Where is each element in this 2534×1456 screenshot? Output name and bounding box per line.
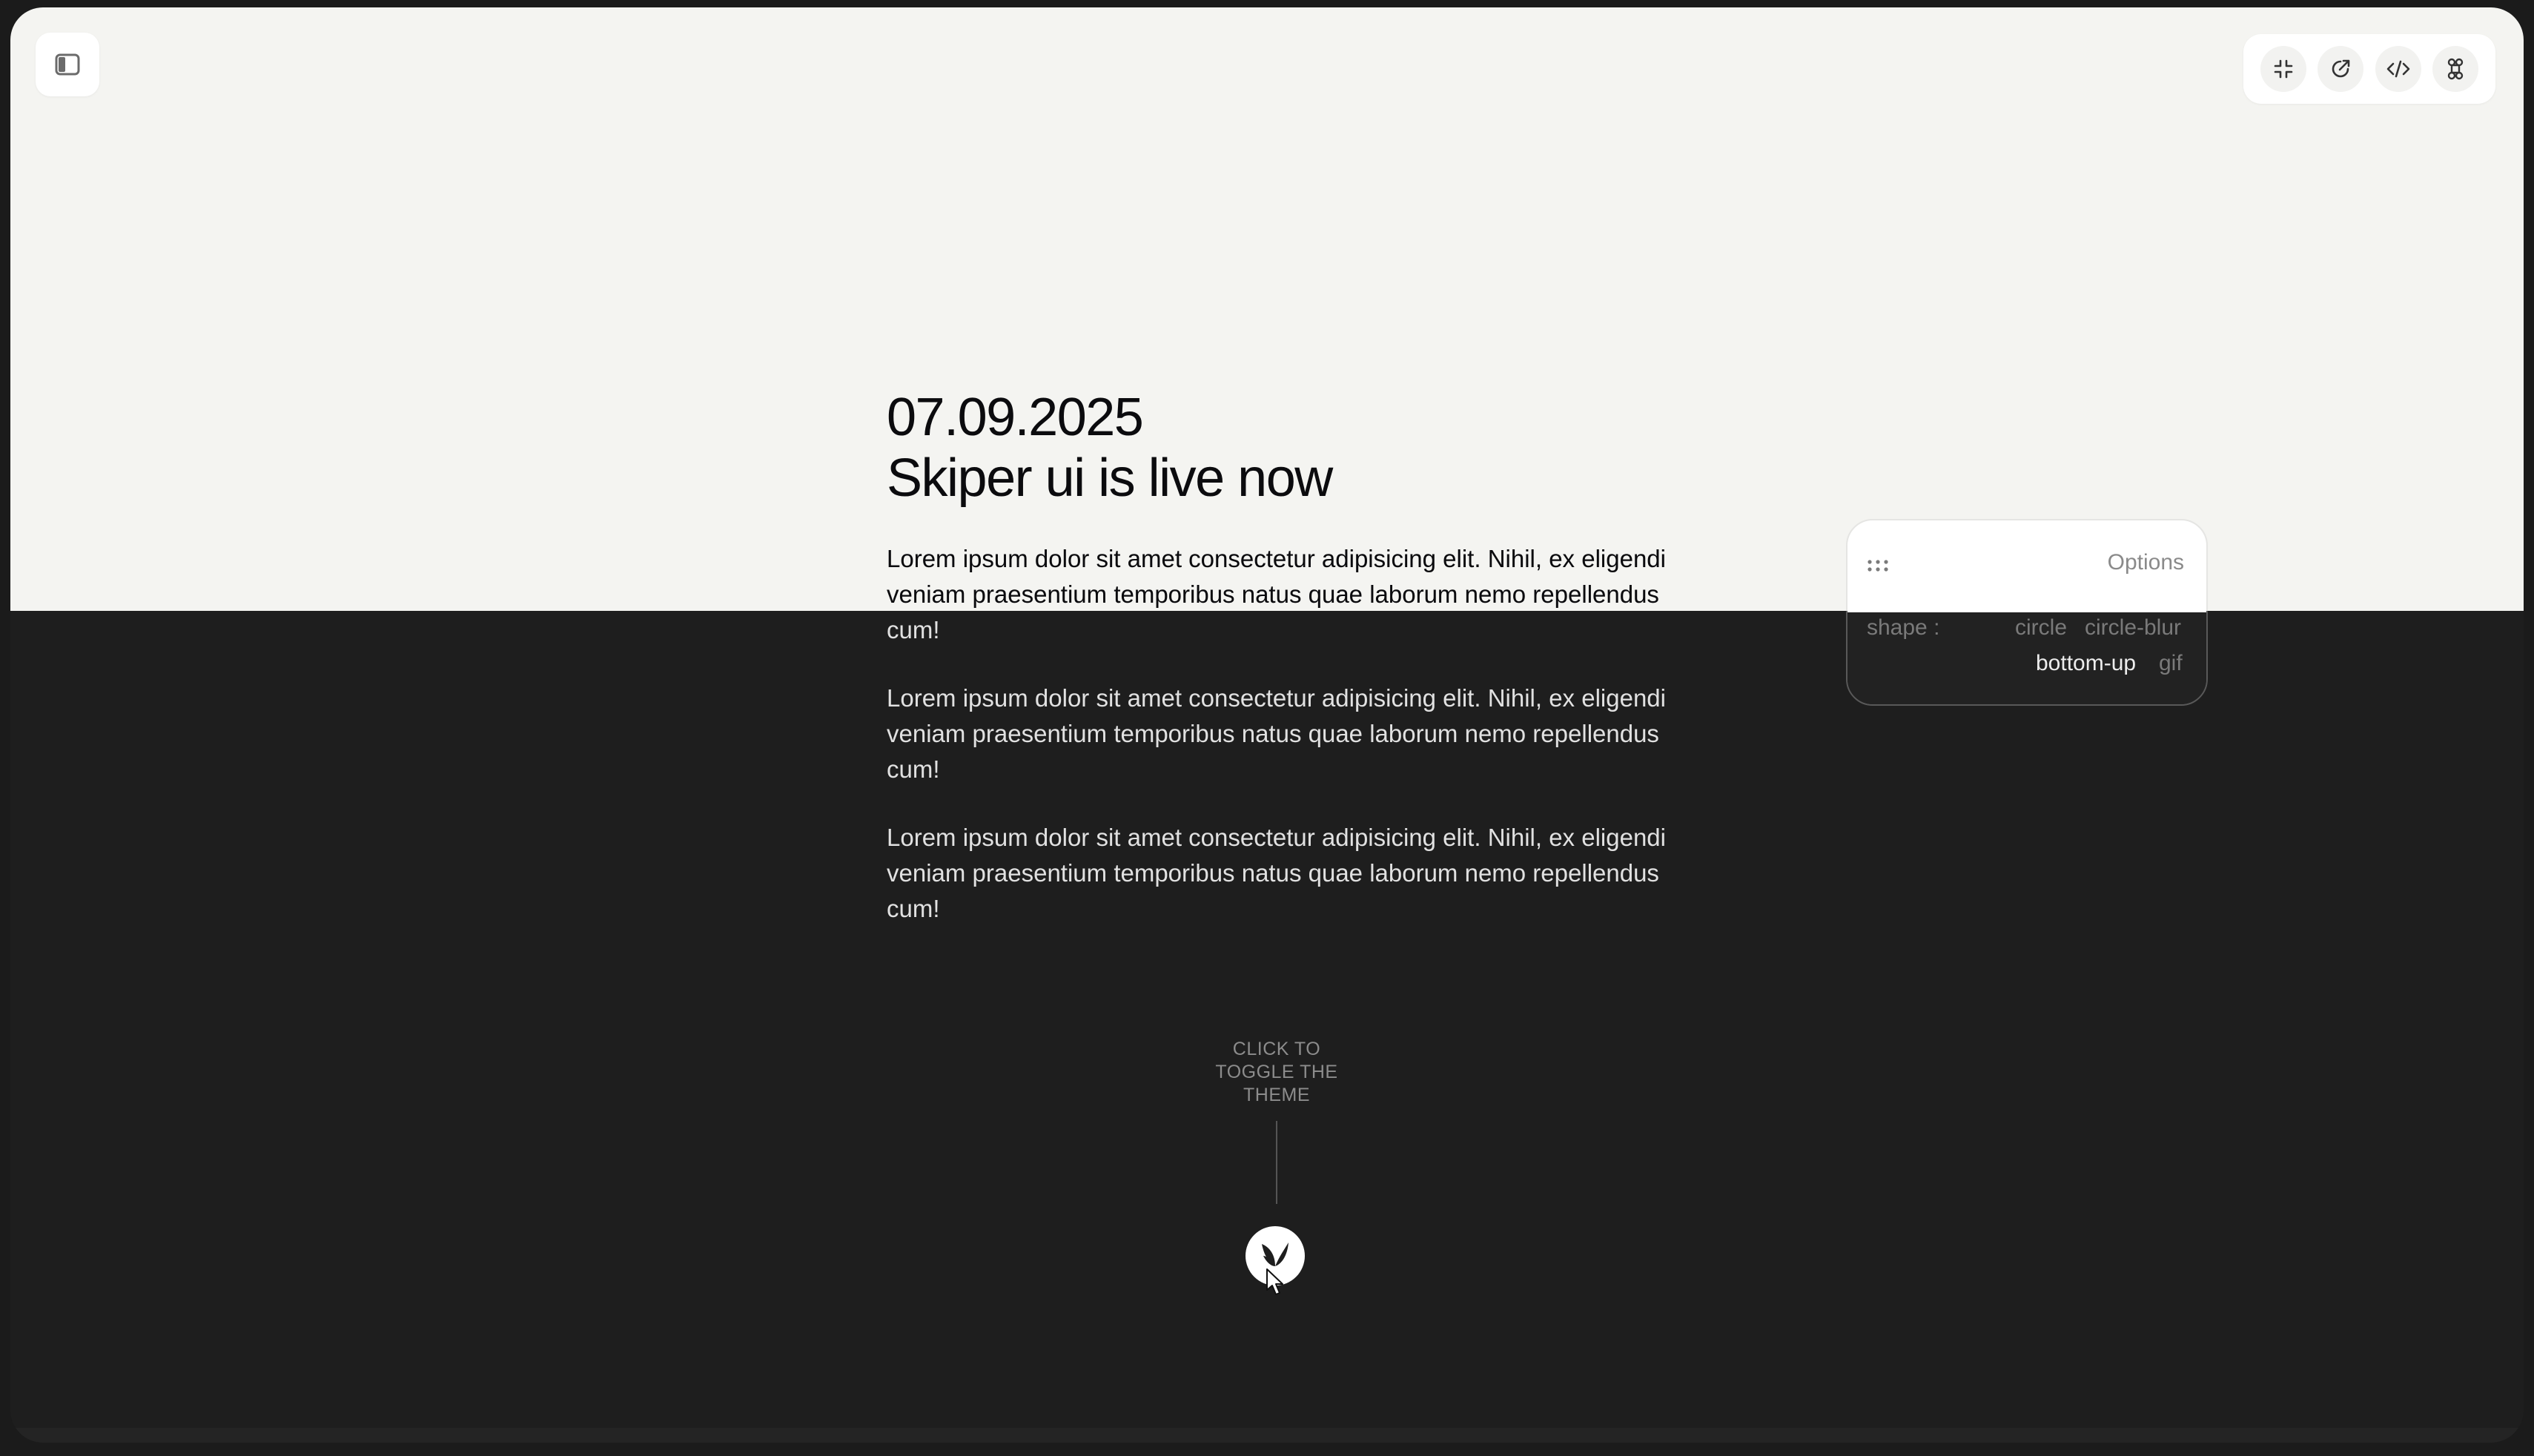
options-title: Options	[2107, 550, 2184, 575]
article-paragraph: Lorem ipsum dolor sit amet consectetur a…	[887, 824, 1666, 922]
sidebar-icon	[55, 53, 80, 76]
shape-label: shape :	[1867, 615, 1940, 640]
open-external-button[interactable]	[2318, 46, 2364, 92]
article-paragraph: Lorem ipsum dolor sit amet consectetur a…	[887, 684, 1666, 783]
toggle-hint-line: CLICK TO	[1232, 1039, 1321, 1059]
bottom-strip	[10, 1428, 2524, 1443]
code-icon	[2386, 60, 2409, 78]
shape-option-gif[interactable]: gif	[2159, 651, 2183, 676]
collapse-icon	[2274, 59, 2293, 79]
app-frame: 07.09.2025 Skiper ui is live now Lorem i…	[10, 7, 2524, 1443]
external-link-icon	[2332, 59, 2350, 78]
shape-option-circle-blur[interactable]: circle-blur	[2085, 615, 2181, 641]
shape-option-bottom-up[interactable]: bottom-up	[2036, 651, 2136, 676]
article-headline: Skiper ui is live now	[887, 449, 1333, 508]
top-toolbar	[2243, 34, 2495, 104]
article-paragraph: Lorem ipsum dolor sit amet consectetur a…	[887, 545, 1666, 643]
toggle-hint: CLICK TO TOGGLE THE THEME	[1203, 1038, 1351, 1107]
command-button[interactable]	[2432, 46, 2478, 92]
sidebar-toggle-button[interactable]	[36, 33, 99, 96]
collapse-button[interactable]	[2260, 46, 2307, 92]
mouse-cursor-icon	[1266, 1268, 1283, 1295]
article: 07.09.2025 Skiper ui is live now Lorem i…	[887, 387, 1673, 927]
drag-handle-icon[interactable]	[1867, 559, 1889, 572]
hint-connector-line	[1276, 1121, 1277, 1204]
code-button[interactable]	[2375, 46, 2421, 92]
toggle-hint-line: THEME	[1243, 1085, 1310, 1105]
shape-option-circle[interactable]: circle	[2015, 615, 2067, 641]
toggle-hint-line: TOGGLE THE	[1215, 1062, 1338, 1082]
command-icon	[2447, 58, 2463, 80]
options-panel: Options shape : circle circle-blur botto…	[1846, 519, 2208, 706]
article-date: 07.09.2025	[887, 388, 1144, 447]
